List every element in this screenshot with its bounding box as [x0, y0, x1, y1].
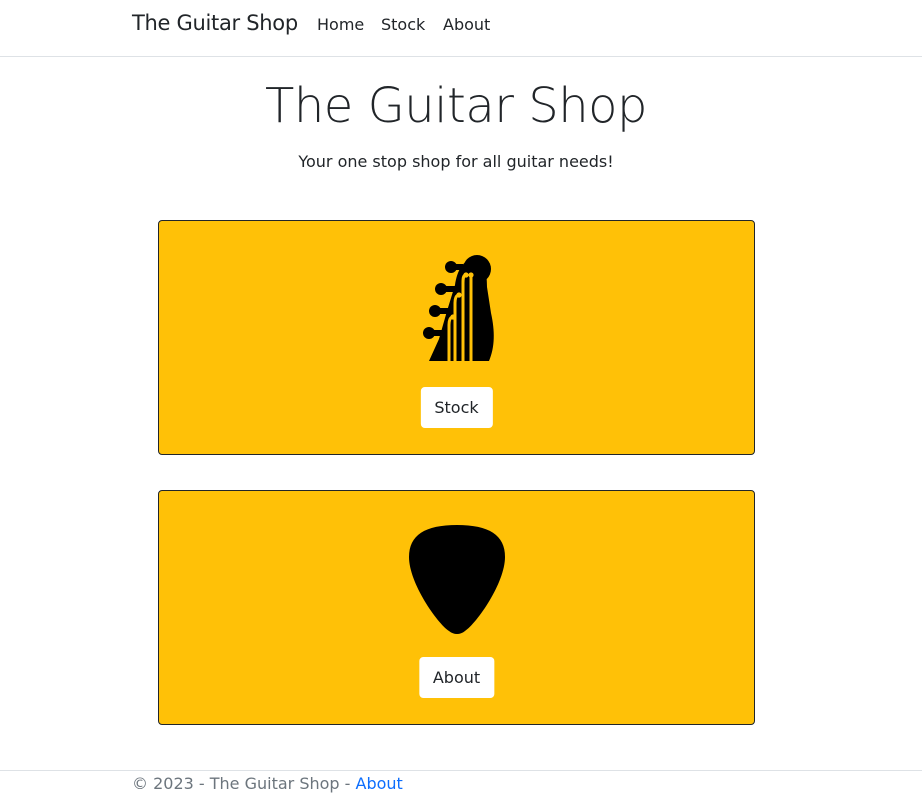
footer-text: © 2023 - The Guitar Shop - About	[132, 774, 403, 793]
page-title: The Guitar Shop	[265, 78, 647, 134]
footer: © 2023 - The Guitar Shop - About	[0, 770, 922, 793]
about-card: About	[158, 490, 755, 725]
copyright-text: © 2023 - The Guitar Shop -	[132, 774, 356, 793]
navbar: The Guitar Shop Home Stock About	[0, 0, 922, 57]
guitar-pick-icon	[408, 525, 505, 634]
stock-card: Stock	[158, 220, 755, 455]
nav-link-home[interactable]: Home	[317, 15, 364, 34]
stock-button[interactable]: Stock	[420, 387, 493, 428]
guitar-headstock-icon	[422, 255, 494, 361]
nav-link-about[interactable]: About	[443, 15, 490, 34]
footer-about-link[interactable]: About	[356, 774, 403, 793]
about-button[interactable]: About	[418, 657, 495, 698]
brand-link[interactable]: The Guitar Shop	[132, 11, 298, 35]
nav-link-stock[interactable]: Stock	[381, 15, 425, 34]
page-subtitle: Your one stop shop for all guitar needs!	[298, 152, 614, 171]
